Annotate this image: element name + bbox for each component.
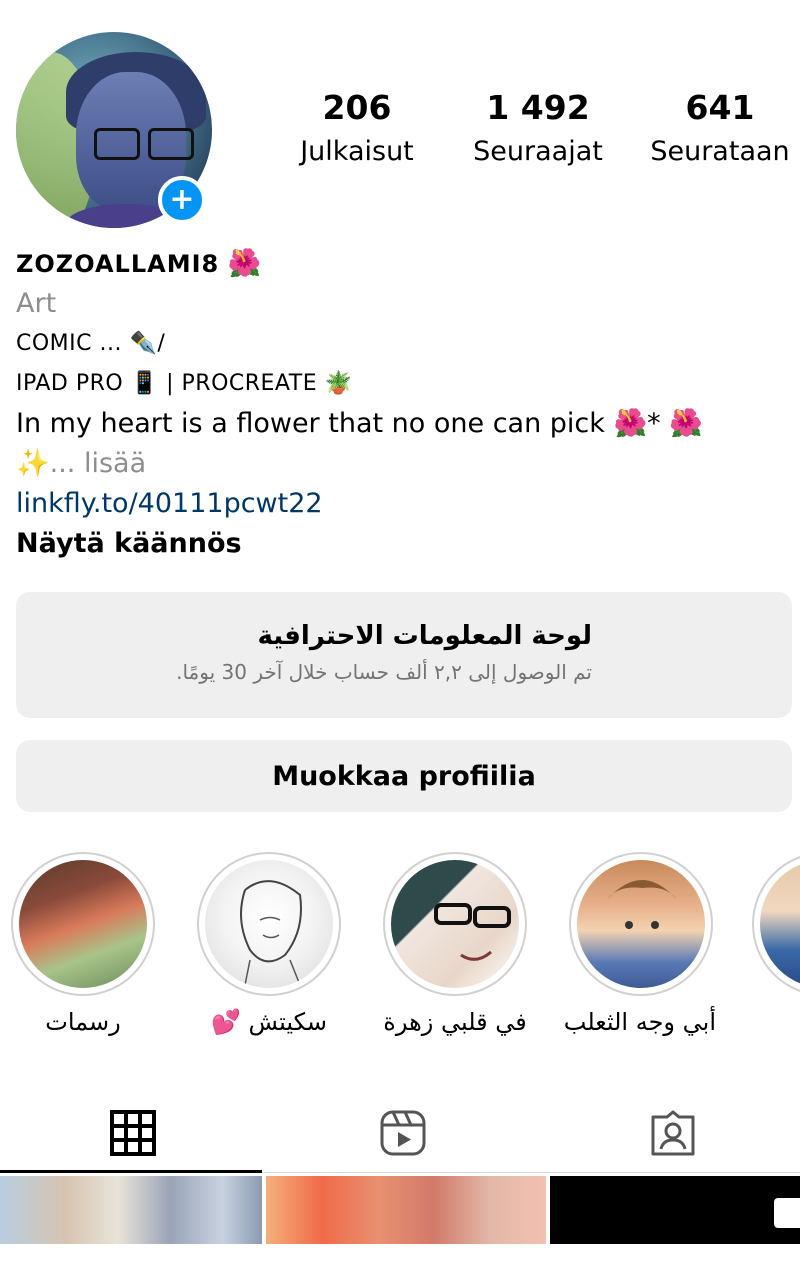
followers-count[interactable]: 1 492 Seuraajat: [462, 88, 614, 170]
professional-dashboard-card[interactable]: لوحة المعلومات الاحترافية تم الوصول إلى …: [16, 592, 792, 718]
hibiscus-icon: 🌺: [613, 408, 648, 439]
bio-line-2: IPAD PRO 📱 | PROCREATE 🪴: [16, 364, 786, 404]
profile-category: Art: [16, 288, 57, 319]
edit-profile-button[interactable]: Muokkaa profiilia: [16, 740, 792, 812]
posts-count[interactable]: 206 Julkaisut: [286, 88, 428, 170]
plant-icon: 🪴: [324, 371, 353, 396]
post-thumbnail[interactable]: [550, 1176, 800, 1244]
highlight-cover-image: [19, 860, 147, 988]
story-highlight[interactable]: رسمات: [8, 852, 158, 1042]
bio-line-4: ✨... lisää: [16, 444, 786, 484]
bio-line-2-text-b: | PROCREATE: [166, 371, 318, 396]
highlight-label: في قلبي زهرة: [383, 1008, 527, 1036]
tab-posts-grid[interactable]: [0, 1098, 266, 1168]
highlight-cover-image: [577, 860, 705, 988]
highlight-label: أبي وجه الثعلب: [563, 1008, 716, 1036]
dashboard-title: لوحة المعلومات الاحترافية: [257, 621, 592, 651]
profile-bio: ZOZOALLAMI8 🌺 Art COMIC ... ✒️/ IPAD PRO…: [16, 244, 786, 564]
story-highlight[interactable]: [752, 852, 800, 996]
bio-line-3-text: In my heart is a flower that no one can …: [16, 408, 605, 439]
followers-count-label: Seuraajat: [473, 136, 603, 167]
hibiscus-icon: 🌺: [669, 408, 703, 439]
highlight-label: رسمات: [45, 1008, 121, 1036]
highlight-label: سكيتش 💕: [211, 1008, 327, 1036]
post-thumbnail[interactable]: [266, 1176, 546, 1244]
story-highlight[interactable]: سكيتش 💕: [194, 852, 344, 1042]
tablet-icon: 📱: [130, 371, 159, 396]
bio-line-1-tail: /: [157, 331, 166, 356]
posts-count-label: Julkaisut: [300, 136, 414, 167]
see-translation-link[interactable]: Näytä käännös: [16, 524, 786, 564]
bio-line-3-mid: *: [647, 408, 661, 439]
highlight-cover-image: [205, 860, 333, 988]
bio-line-1-text: COMIC ...: [16, 331, 122, 356]
pen-icon: ✒️: [129, 331, 158, 356]
highlight-cover-image: [391, 860, 519, 988]
sparkles-icon: ✨: [16, 448, 50, 479]
see-more-link[interactable]: ... lisää: [50, 448, 147, 479]
add-story-icon[interactable]: +: [158, 176, 206, 224]
bio-line-3: In my heart is a flower that no one can …: [16, 404, 786, 444]
posts-count-value: 206: [322, 88, 392, 127]
highlight-cover-image: [760, 860, 800, 988]
tab-reels[interactable]: [270, 1098, 536, 1168]
followers-count-value: 1 492: [486, 88, 590, 127]
profile-link[interactable]: linkfly.to/40111pcwt22: [16, 484, 786, 524]
reels-icon: [380, 1110, 426, 1156]
following-count-label: Seurataan: [650, 136, 790, 167]
bio-line-2-text-a: IPAD PRO: [16, 371, 124, 396]
tagged-icon: [651, 1110, 695, 1156]
following-count[interactable]: 641 Seurataan: [642, 88, 798, 170]
post-thumbnail[interactable]: [0, 1176, 262, 1244]
bio-line-1: COMIC ... ✒️/: [16, 324, 786, 364]
hibiscus-icon: 🌺: [227, 248, 262, 279]
tab-tagged[interactable]: [540, 1098, 800, 1168]
active-tab-indicator: [0, 1170, 262, 1173]
username-row: ZOZOALLAMI8 🌺: [16, 244, 786, 284]
story-highlight[interactable]: في قلبي زهرة: [380, 852, 530, 1042]
grid-icon: [110, 1110, 156, 1156]
dashboard-subtitle: تم الوصول إلى ٢,٢ ألف حساب خلال آخر 30 ي…: [176, 660, 592, 684]
story-highlight[interactable]: أبي وجه الثعلب: [563, 852, 716, 1042]
following-count-value: 641: [685, 88, 755, 127]
username: ZOZOALLAMI8: [16, 250, 220, 278]
